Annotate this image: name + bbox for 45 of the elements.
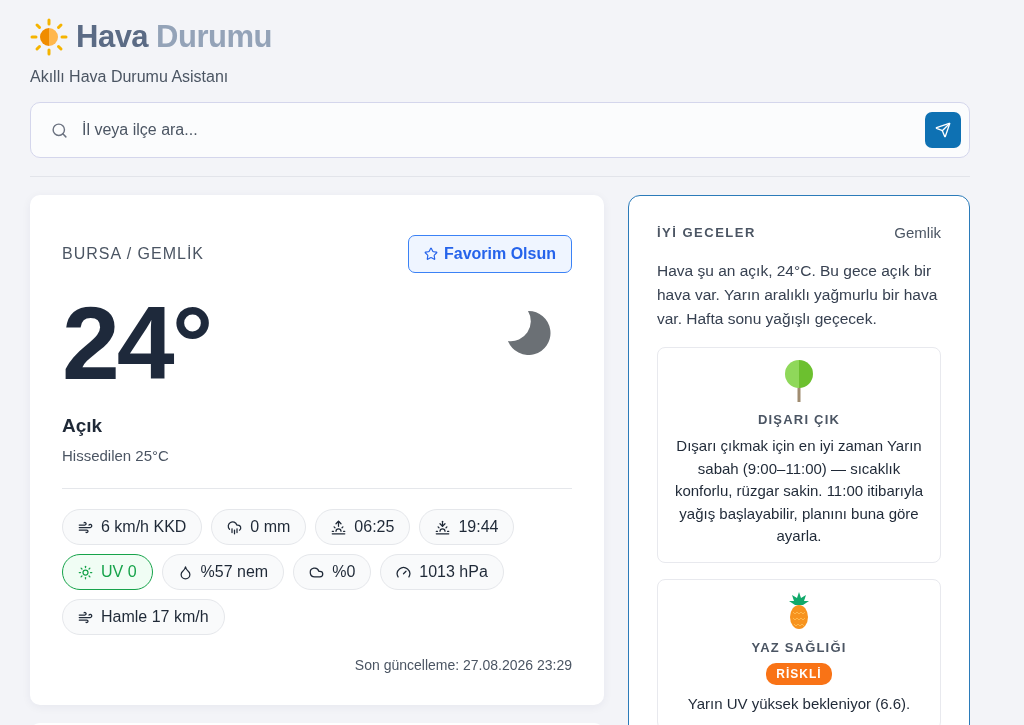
greeting-title: İYİ GECELER bbox=[657, 225, 756, 240]
cloud-icon bbox=[309, 564, 325, 580]
temperature: 24° bbox=[62, 291, 211, 395]
gauge-icon bbox=[396, 564, 412, 580]
weather-chip: Hamle 17 km/h bbox=[62, 599, 225, 635]
location-label: BURSA / GEMLİK bbox=[62, 245, 205, 263]
location-label: Gemlik bbox=[894, 224, 941, 241]
send-button[interactable] bbox=[925, 112, 961, 148]
weather-chip: 0 mm bbox=[211, 509, 307, 545]
wind-icon bbox=[78, 609, 93, 625]
sunset-icon bbox=[435, 519, 451, 535]
star-icon bbox=[423, 247, 438, 261]
favorite-button[interactable]: Favorim Olsun bbox=[407, 235, 572, 273]
app-subtitle: Akıllı Hava Durumu Asistanı bbox=[30, 68, 230, 86]
weather-chip: %0 bbox=[293, 554, 372, 590]
tree-icon bbox=[784, 360, 814, 402]
last-updated-text: Son güncelleme: 27.08.2026 23:29 bbox=[353, 657, 572, 673]
tip-title: YAZ SAĞLIĞI bbox=[751, 639, 847, 655]
weather-chip: 06:25 bbox=[315, 509, 411, 545]
droplet-icon bbox=[177, 564, 193, 580]
weather-chip: 1013 hPa bbox=[380, 554, 504, 590]
weather-chip: 19:44 bbox=[419, 509, 515, 545]
tip-text: Dışarı çıkmak için en iyi zaman Yarın sabah (9:00–11:00) — sıcaklık konforlu, rüzgar sakin. 11:00 itibarıyla yağış başlayabilir, planını buna göre ayarla. bbox=[673, 436, 925, 546]
sunrise-icon bbox=[331, 519, 347, 535]
sun-logo-icon bbox=[30, 18, 68, 56]
weather-chip: UV 0 bbox=[62, 554, 153, 590]
search-bar[interactable]: İl veya ilçe ara... bbox=[30, 102, 970, 158]
summary-text: Hava şu an açık, 24°C. Bu gece açık bir hava var. Yarın aralıklı yağmurlu bir hava var. Hafta sonu yağışlı geçecek. bbox=[657, 261, 939, 329]
app-title: Hava bbox=[76, 19, 149, 55]
feels-like-text: Hissedilen 25°C bbox=[62, 447, 170, 464]
rain-cloud-icon bbox=[227, 519, 243, 535]
tip-title: DIŞARI ÇIK bbox=[757, 412, 841, 427]
search-icon bbox=[51, 121, 68, 139]
send-icon bbox=[935, 122, 951, 138]
wind-icon bbox=[78, 519, 93, 535]
risk-badge: RİSKLİ bbox=[766, 662, 832, 685]
tip-text: Yarın UV yüksek bekleniyor (6.6). bbox=[687, 693, 911, 714]
weather-chip: 6 km/h KKD bbox=[62, 509, 203, 545]
app-title: Durumu bbox=[156, 19, 272, 55]
condition-label: Açık bbox=[62, 415, 104, 437]
pineapple-icon bbox=[788, 591, 810, 630]
sun-icon bbox=[78, 564, 93, 580]
moon-icon bbox=[506, 309, 552, 355]
search-field[interactable]: İl veya ilçe ara... bbox=[82, 110, 911, 150]
weather-chip: %57 nem bbox=[161, 554, 285, 590]
